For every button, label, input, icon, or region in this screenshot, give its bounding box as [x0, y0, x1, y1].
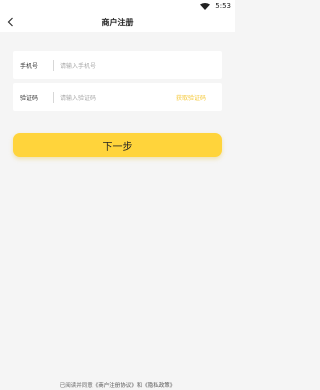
- phone-input[interactable]: 请输入手机号: [60, 61, 222, 70]
- code-field-divider: [53, 91, 54, 103]
- agreement-text: 已阅读并同意《商户注册协议》和《隐私政策》: [0, 381, 235, 389]
- register-form: 手机号 请输入手机号 验证码 请输入验证码 获取验证码: [13, 51, 222, 115]
- wifi-icon: [200, 2, 211, 10]
- status-time: 5:53: [215, 2, 231, 10]
- title-bar: 商户注册: [0, 12, 235, 32]
- status-right: 5:53: [200, 0, 231, 12]
- code-input[interactable]: 请输入验证码: [60, 93, 176, 102]
- status-bar: 5:53: [0, 0, 235, 12]
- merchant-agreement-link[interactable]: 《商户注册协议》: [93, 383, 137, 389]
- privacy-policy-link[interactable]: 《隐私政策》: [142, 383, 175, 389]
- code-label: 验证码: [20, 94, 39, 102]
- phone-field-divider: [53, 59, 54, 71]
- next-step-button[interactable]: 下一步: [13, 133, 222, 157]
- phone-field[interactable]: 手机号 请输入手机号: [13, 51, 222, 79]
- get-code-button[interactable]: 获取验证码: [176, 93, 222, 102]
- phone-label: 手机号: [20, 62, 39, 70]
- agreement-prefix: 已阅读并同意: [59, 383, 93, 389]
- page-title: 商户注册: [101, 18, 134, 27]
- code-field[interactable]: 验证码 请输入验证码 获取验证码: [13, 83, 222, 111]
